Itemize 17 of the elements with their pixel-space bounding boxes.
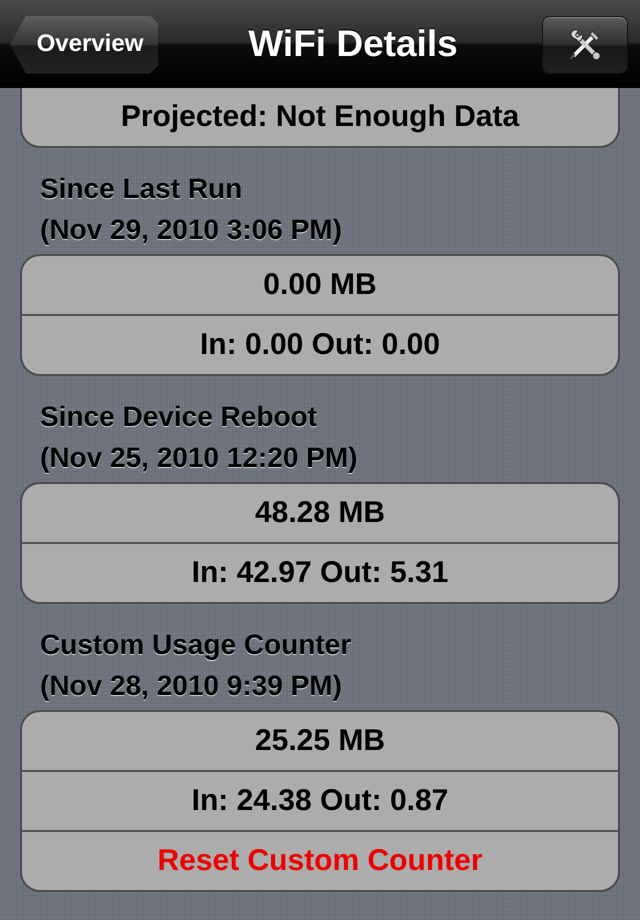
section-date: (Nov 25, 2010 12:20 PM) (40, 441, 358, 475)
stat-value: In: 0.00 Out: 0.00 (22, 314, 618, 374)
stat-value: In: 24.38 Out: 0.87 (22, 770, 618, 830)
wrench-screwdriver-icon (568, 28, 602, 62)
stat-value: 48.28 MB (254, 495, 386, 531)
stat-value: 0.00 MB (262, 267, 378, 303)
section-title: Since Device Reboot (40, 400, 317, 434)
section-date: (Nov 29, 2010 3:06 PM) (40, 213, 342, 247)
stat-value: In: 42.97 Out: 5.31 (22, 542, 618, 602)
stat-value: 25.25 MB (254, 723, 386, 759)
back-button[interactable]: Overview (10, 16, 158, 74)
settings-button[interactable] (542, 16, 628, 74)
screen-title: WiFi Details (248, 22, 458, 64)
stat-value: Projected: Not Enough Data (120, 99, 520, 135)
section-date: (Nov 28, 2010 9:39 PM) (40, 669, 342, 703)
section-title: Custom Usage Counter (40, 628, 352, 662)
section-title: Since Last Run (40, 172, 242, 206)
